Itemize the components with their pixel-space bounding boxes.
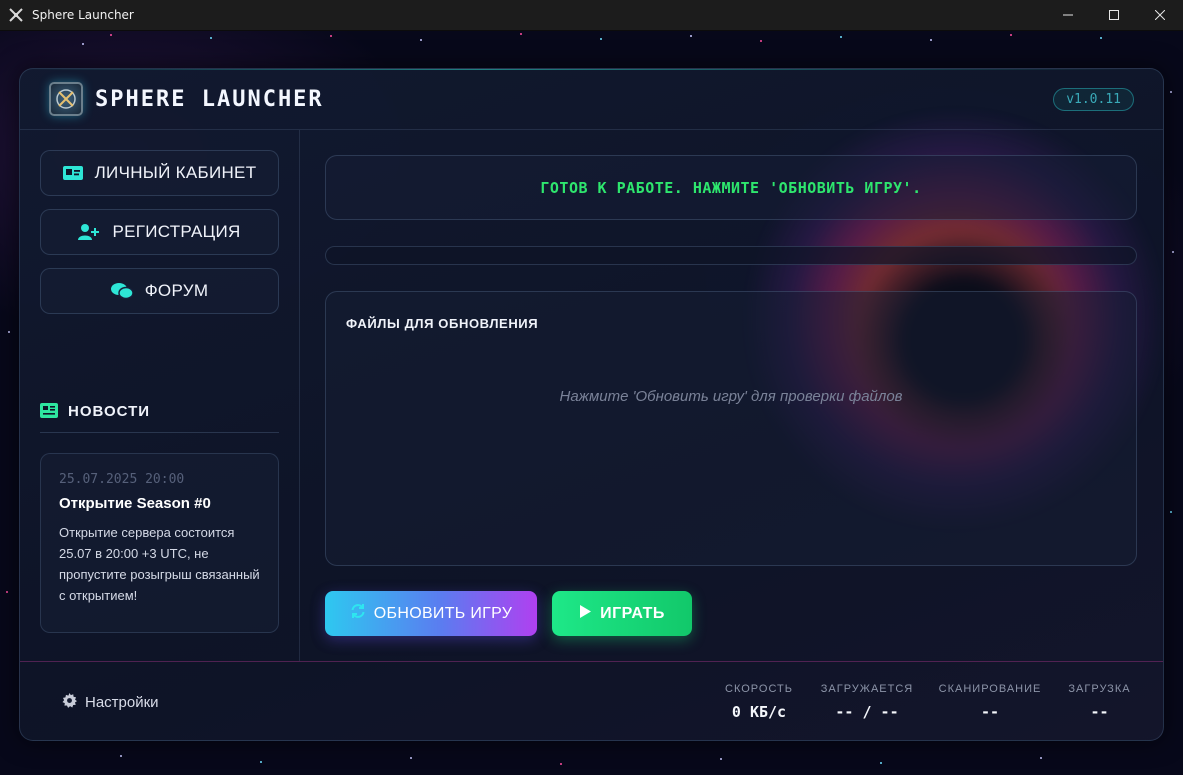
stat-download-label: ЗАГРУЗКА <box>1068 683 1131 695</box>
newspaper-icon <box>40 403 58 422</box>
news-heading-label: НОВОСТИ <box>68 403 151 420</box>
stat-speed: СКОРОСТЬ 0 КБ/с <box>719 683 799 721</box>
play-icon <box>579 604 592 624</box>
maximize-icon <box>1109 10 1119 20</box>
crossed-swords-icon <box>9 8 23 22</box>
id-card-icon <box>62 165 83 181</box>
launcher-footer: Настройки СКОРОСТЬ 0 КБ/с ЗАГРУЖАЕТСЯ --… <box>20 661 1163 740</box>
launcher-panel: SPHERE LAUNCHER v1.0.11 ЛИЧНЫЙ КАБИНЕТ Р… <box>19 68 1164 741</box>
files-panel-title: ФАЙЛЫ ДЛЯ ОБНОВЛЕНИЯ <box>346 316 539 331</box>
stat-downloading: ЗАГРУЖАЕТСЯ -- / -- <box>817 683 917 721</box>
nav-personal-account-button[interactable]: ЛИЧНЫЙ КАБИНЕТ <box>40 150 279 196</box>
files-panel: ФАЙЛЫ ДЛЯ ОБНОВЛЕНИЯ Нажмите 'Обновить и… <box>325 291 1137 566</box>
window-title: Sphere Launcher <box>32 8 134 22</box>
update-progress-bar <box>325 246 1137 265</box>
nav-registration-label: РЕГИСТРАЦИЯ <box>112 222 241 241</box>
update-game-button[interactable]: ОБНОВИТЬ ИГРУ <box>325 591 537 636</box>
files-empty-hint: Нажмите 'Обновить игру' для проверки фай… <box>559 388 903 405</box>
update-game-label: ОБНОВИТЬ ИГРУ <box>373 604 513 622</box>
stat-downloading-value: -- / -- <box>835 703 899 721</box>
status-message: ГОТОВ К РАБОТЕ. НАЖМИТЕ 'ОБНОВИТЬ ИГРУ'. <box>325 155 1137 220</box>
minimize-button[interactable] <box>1045 0 1091 31</box>
close-button[interactable] <box>1137 0 1183 31</box>
sidebar: ЛИЧНЫЙ КАБИНЕТ РЕГИСТРАЦИЯ ФОРУМ НОВОСТИ… <box>20 130 300 661</box>
refresh-icon <box>350 603 366 624</box>
settings-label: Настройки <box>85 694 159 711</box>
stat-scanning: СКАНИРОВАНИЕ -- <box>935 683 1045 721</box>
stat-download-value: -- <box>1090 703 1109 721</box>
launcher-header: SPHERE LAUNCHER v1.0.11 <box>20 69 1163 130</box>
nav-forum-button[interactable]: ФОРУМ <box>40 268 279 314</box>
user-plus-icon <box>78 223 100 241</box>
crossed-swords-icon <box>56 89 76 109</box>
play-button[interactable]: ИГРАТЬ <box>552 591 692 636</box>
nav-forum-label: ФОРУМ <box>144 281 209 300</box>
comments-icon <box>110 282 133 300</box>
version-badge: v1.0.11 <box>1053 87 1134 111</box>
window-titlebar: Sphere Launcher <box>0 0 1183 31</box>
maximize-button[interactable] <box>1091 0 1137 31</box>
brand-title: SPHERE LAUNCHER <box>95 86 324 112</box>
minimize-icon <box>1063 14 1073 16</box>
stat-downloading-label: ЗАГРУЖАЕТСЯ <box>820 683 914 695</box>
play-label: ИГРАТЬ <box>600 604 665 622</box>
stat-speed-label: СКОРОСТЬ <box>725 683 793 695</box>
news-item[interactable]: 25.07.2025 20:00 Открытие Season #0 Откр… <box>40 453 279 633</box>
close-icon <box>1155 10 1165 20</box>
stat-download: ЗАГРУЗКА -- <box>1062 683 1137 721</box>
news-text: Открытие сервера состоится 25.07 в 20:00… <box>59 525 260 603</box>
settings-button[interactable]: Настройки <box>62 693 159 712</box>
news-title: Открытие Season #0 <box>59 495 211 512</box>
stat-speed-value: 0 КБ/с <box>731 703 787 721</box>
nav-personal-account-label: ЛИЧНЫЙ КАБИНЕТ <box>94 163 257 182</box>
gear-icon <box>62 693 77 712</box>
news-heading: НОВОСТИ <box>40 403 279 433</box>
news-date: 25.07.2025 20:00 <box>59 472 185 487</box>
nav-registration-button[interactable]: РЕГИСТРАЦИЯ <box>40 209 279 255</box>
stat-scanning-label: СКАНИРОВАНИЕ <box>938 683 1042 695</box>
stat-scanning-value: -- <box>980 703 1000 721</box>
app-logo <box>49 82 83 116</box>
